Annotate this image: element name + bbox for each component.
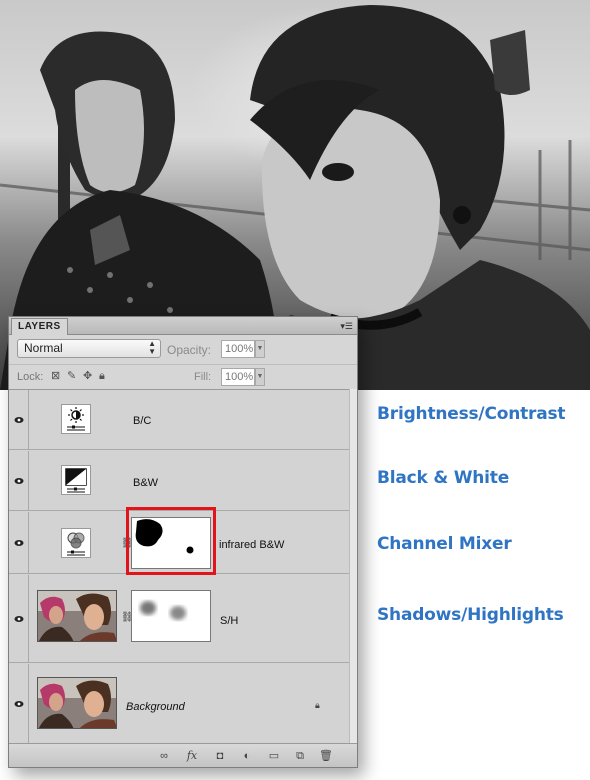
visibility-toggle[interactable]: [9, 664, 29, 744]
blend-mode-select[interactable]: Normal ▲ ▼: [17, 339, 161, 358]
mask-highlight-box: [126, 507, 216, 575]
tab-layers[interactable]: LAYERS: [11, 318, 68, 335]
add-mask-icon[interactable]: ◘: [213, 749, 227, 763]
fill-dropdown-icon[interactable]: ▼: [255, 368, 265, 386]
panel-header: LAYERS ▾☰: [9, 317, 357, 335]
eye-icon: [14, 701, 23, 707]
lock-icon: 🔒︎: [315, 700, 320, 710]
label-shadows-highlights: Shadows/Highlights: [377, 605, 564, 625]
link-layers-icon[interactable]: ∞: [157, 749, 171, 763]
lock-transparent-icon[interactable]: ⊠: [51, 370, 60, 382]
layer-row-sh[interactable]: ⛓︎ S/H: [9, 575, 357, 663]
lock-label: Lock:: [17, 371, 44, 383]
label-brightness-contrast: Brightness/Contrast: [377, 404, 566, 424]
eye-icon: [14, 416, 23, 423]
visibility-toggle[interactable]: [9, 390, 29, 449]
black-white-icon: [61, 465, 91, 495]
eye-icon: [14, 615, 23, 622]
eye-icon: [14, 539, 23, 546]
lock-move-icon[interactable]: ✥: [83, 370, 92, 382]
label-black-white: Black & White: [377, 468, 510, 488]
adjustment-layer-icon[interactable]: ◐: [240, 749, 254, 763]
fill-field[interactable]: 100%: [221, 368, 255, 386]
lock-all-icon[interactable]: 🔒︎: [99, 370, 105, 382]
label-channel-mixer: Channel Mixer: [377, 534, 512, 554]
lock-brush-icon[interactable]: ✎: [67, 370, 76, 382]
lock-row: Lock: ⊠ ✎ ✥ 🔒︎ Fill: 100% ▼: [9, 364, 357, 388]
chain-link-icon[interactable]: ⛓︎: [121, 612, 134, 624]
blend-row: Normal ▲ ▼ Opacity: 100% ▼: [9, 336, 357, 362]
panel-menu-icon[interactable]: ▾☰: [340, 320, 353, 332]
layer-name: Background: [126, 701, 185, 713]
eye-icon: [14, 477, 23, 484]
new-layer-icon[interactable]: ⧉: [293, 749, 307, 763]
opacity-label: Opacity:: [167, 343, 212, 357]
scrollbar-track[interactable]: [349, 389, 357, 743]
brightness-contrast-icon: [61, 404, 91, 434]
layer-name: S/H: [220, 615, 239, 627]
layer-name: B/C: [133, 415, 152, 427]
blend-mode-value: Normal: [24, 341, 63, 355]
layer-row-bc[interactable]: B/C: [9, 390, 357, 450]
channel-mixer-icon: [61, 528, 91, 558]
layer-name: B&W: [133, 477, 159, 489]
layer-row-background[interactable]: Background 🔒︎: [9, 664, 357, 744]
visibility-toggle[interactable]: [9, 451, 29, 510]
fill-label: Fill:: [194, 371, 212, 383]
trash-icon[interactable]: 🗑︎: [319, 749, 333, 763]
layer-mask-thumbnail[interactable]: [131, 590, 211, 642]
opacity-field[interactable]: 100%: [221, 340, 255, 358]
photo-thumbnail: [37, 590, 117, 642]
opacity-dropdown-icon[interactable]: ▼: [255, 340, 265, 358]
panel-footer: ∞ fx ◘ ◐ ▭ ⧉ 🗑︎: [9, 743, 357, 767]
stepper-arrows-icon: ▲ ▼: [148, 339, 156, 356]
visibility-toggle[interactable]: [9, 575, 29, 662]
layer-row-bw[interactable]: B&W: [9, 451, 357, 511]
fx-icon[interactable]: fx: [185, 749, 199, 763]
layer-name: infrared B&W: [219, 539, 285, 551]
group-icon[interactable]: ▭: [267, 749, 281, 763]
visibility-toggle[interactable]: [9, 512, 29, 573]
photo-thumbnail: [37, 677, 117, 729]
